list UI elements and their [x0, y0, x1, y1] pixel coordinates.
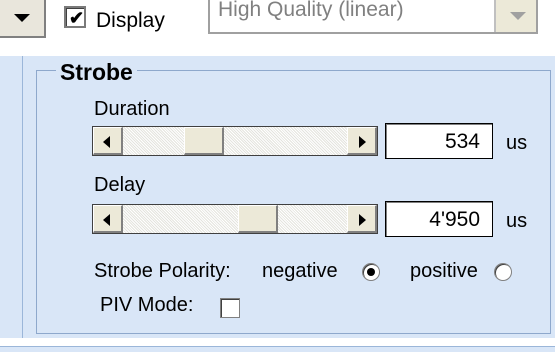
strobe-group-title: Strobe	[56, 59, 137, 86]
delay-unit: us	[506, 210, 528, 232]
polarity-positive-label: positive	[410, 260, 478, 282]
duration-input[interactable]: 534	[385, 123, 493, 159]
chevron-down-icon	[14, 14, 30, 22]
radio-selected-dot	[367, 268, 375, 276]
duration-slider-left-button[interactable]	[93, 127, 123, 155]
check-icon: ✔	[69, 8, 85, 28]
arrow-left-icon	[103, 136, 110, 148]
duration-label: Duration	[94, 98, 170, 120]
display-label: Display	[96, 9, 165, 32]
quality-select[interactable]: High Quality (linear)	[208, 0, 538, 34]
duration-slider-thumb[interactable]	[184, 127, 224, 155]
duration-value: 534	[444, 130, 480, 153]
arrow-right-icon	[359, 214, 366, 226]
polarity-negative-label: negative	[262, 260, 338, 282]
delay-slider[interactable]	[92, 204, 378, 234]
top-strip: ✔ Display High Quality (linear)	[0, 0, 555, 46]
dropdown-arrow-button[interactable]	[0, 0, 46, 38]
piv-mode-checkbox[interactable]	[220, 298, 240, 318]
chevron-down-icon	[510, 12, 526, 20]
duration-slider-right-button[interactable]	[347, 127, 377, 155]
arrow-left-icon	[103, 214, 110, 226]
delay-slider-right-button[interactable]	[347, 205, 377, 233]
delay-input[interactable]: 4'950	[385, 201, 493, 237]
settings-panel: Strobe Duration 534 us Delay 4'950 us St…	[0, 56, 555, 338]
polarity-positive-radio[interactable]	[494, 263, 512, 281]
piv-mode-label: PIV Mode:	[100, 294, 194, 316]
quality-dropdown-button[interactable]	[494, 0, 536, 32]
duration-unit: us	[506, 132, 528, 154]
duration-slider[interactable]	[92, 126, 378, 156]
quality-select-value: High Quality (linear)	[218, 0, 404, 21]
bottom-panel-edge	[0, 346, 555, 352]
delay-value: 4'950	[429, 208, 480, 231]
delay-slider-thumb[interactable]	[238, 205, 278, 233]
delay-label: Delay	[94, 174, 146, 196]
display-checkbox[interactable]: ✔	[64, 6, 86, 28]
arrow-right-icon	[359, 136, 366, 148]
polarity-negative-radio[interactable]	[362, 263, 380, 281]
left-panel-edge	[0, 56, 23, 338]
delay-slider-left-button[interactable]	[93, 205, 123, 233]
strobe-polarity-label: Strobe Polarity:	[94, 260, 231, 282]
